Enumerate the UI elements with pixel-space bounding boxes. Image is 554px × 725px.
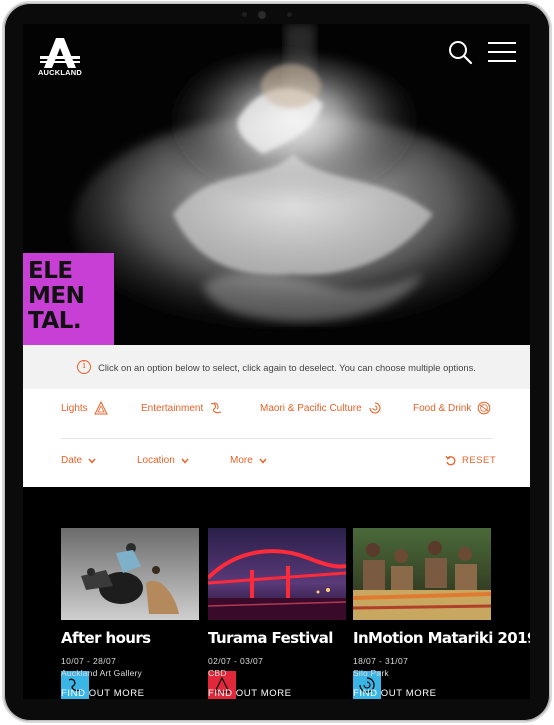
- find-out-more-link[interactable]: FIND OUT MORE: [61, 688, 145, 699]
- category-label: Entertainment: [141, 402, 204, 414]
- category-label: Maori & Pacific Culture: [260, 402, 362, 414]
- category-entertainment[interactable]: Entertainment: [141, 401, 223, 415]
- front-camera: [258, 11, 266, 19]
- event-card-after-hours[interactable]: After hours 10/07 - 28/07 Auckland Art G…: [61, 528, 199, 699]
- category-maori-pacific[interactable]: Maori & Pacific Culture: [260, 401, 382, 415]
- info-icon: i: [77, 360, 92, 374]
- event-thumbnail: [208, 528, 346, 620]
- event-dates: 10/07 - 28/07: [61, 656, 117, 666]
- elemental-title-block: ELE MEN TAL.: [23, 253, 114, 345]
- event-venue: CBD: [208, 668, 227, 678]
- dropdown-label: More: [230, 455, 253, 466]
- sensor-dot: [242, 12, 247, 17]
- elemental-title-line: MEN: [28, 283, 85, 309]
- info-text: Click on an option below to select, clic…: [98, 361, 476, 373]
- app-screen: AUCKLAND ELE MEN TAL. i Click on an opti…: [23, 24, 530, 699]
- lights-icon: [93, 401, 108, 415]
- chevron-down-icon: [259, 458, 267, 464]
- reset-button[interactable]: RESET: [445, 455, 496, 466]
- filter-divider: [61, 438, 493, 439]
- event-card-turama-festival[interactable]: Turama Festival 02/07 - 03/07 CBD FIND O…: [208, 528, 346, 699]
- more-dropdown[interactable]: More: [230, 455, 267, 466]
- search-icon[interactable]: [447, 39, 473, 65]
- category-food-drink[interactable]: Food & Drink: [413, 401, 491, 415]
- chevron-down-icon: [181, 458, 189, 464]
- event-title: Turama Festival: [208, 629, 333, 647]
- event-title: After hours: [61, 629, 151, 647]
- event-thumbnail: [353, 528, 491, 620]
- elemental-title-line: TAL.: [28, 308, 82, 334]
- find-out-more-link[interactable]: FIND OUT MORE: [208, 688, 292, 699]
- maori-pacific-icon: [369, 402, 381, 414]
- dropdown-label: Date: [61, 455, 83, 466]
- category-lights[interactable]: Lights: [61, 401, 108, 415]
- sensor-dot: [287, 12, 292, 17]
- event-dates: 18/07 - 31/07: [353, 656, 409, 666]
- category-label: Food & Drink: [413, 402, 472, 414]
- hero-banner: AUCKLAND ELE MEN TAL.: [23, 24, 530, 345]
- event-venue: Auckland Art Gallery: [61, 668, 143, 678]
- reset-label: RESET: [462, 455, 497, 466]
- category-filter-row: Lights Entertainment Maori & Pacific Cul…: [61, 401, 493, 425]
- find-out-more-link[interactable]: FIND OUT MORE: [353, 688, 437, 699]
- info-bar: i Click on an option below to select, cl…: [23, 345, 530, 389]
- chevron-down-icon: [88, 458, 96, 464]
- filter-panel: i Click on an option below to select, cl…: [23, 345, 530, 487]
- event-venue: Silo Park: [353, 668, 389, 678]
- dropdown-label: Location: [137, 455, 175, 466]
- event-title: InMotion Matariki 2019: [353, 629, 530, 647]
- reset-icon: [445, 455, 456, 466]
- event-dates: 02/07 - 03/07: [208, 656, 264, 666]
- hamburger-menu-icon[interactable]: [488, 40, 516, 64]
- location-dropdown[interactable]: Location: [137, 455, 189, 466]
- category-label: Lights: [61, 402, 88, 414]
- dropdown-filter-row: Date Location More RESET: [61, 455, 496, 473]
- entertainment-icon: [211, 402, 222, 414]
- event-thumbnail: [61, 528, 199, 620]
- food-drink-icon: [478, 401, 491, 415]
- event-card-inmotion-matariki[interactable]: InMotion Matariki 2019 18/07 - 31/07 Sil…: [353, 528, 530, 699]
- event-list: After hours 10/07 - 28/07 Auckland Art G…: [61, 528, 530, 699]
- date-dropdown[interactable]: Date: [61, 455, 96, 466]
- elemental-title-line: ELE: [28, 258, 73, 284]
- logo-wordmark: AUCKLAND: [37, 68, 83, 77]
